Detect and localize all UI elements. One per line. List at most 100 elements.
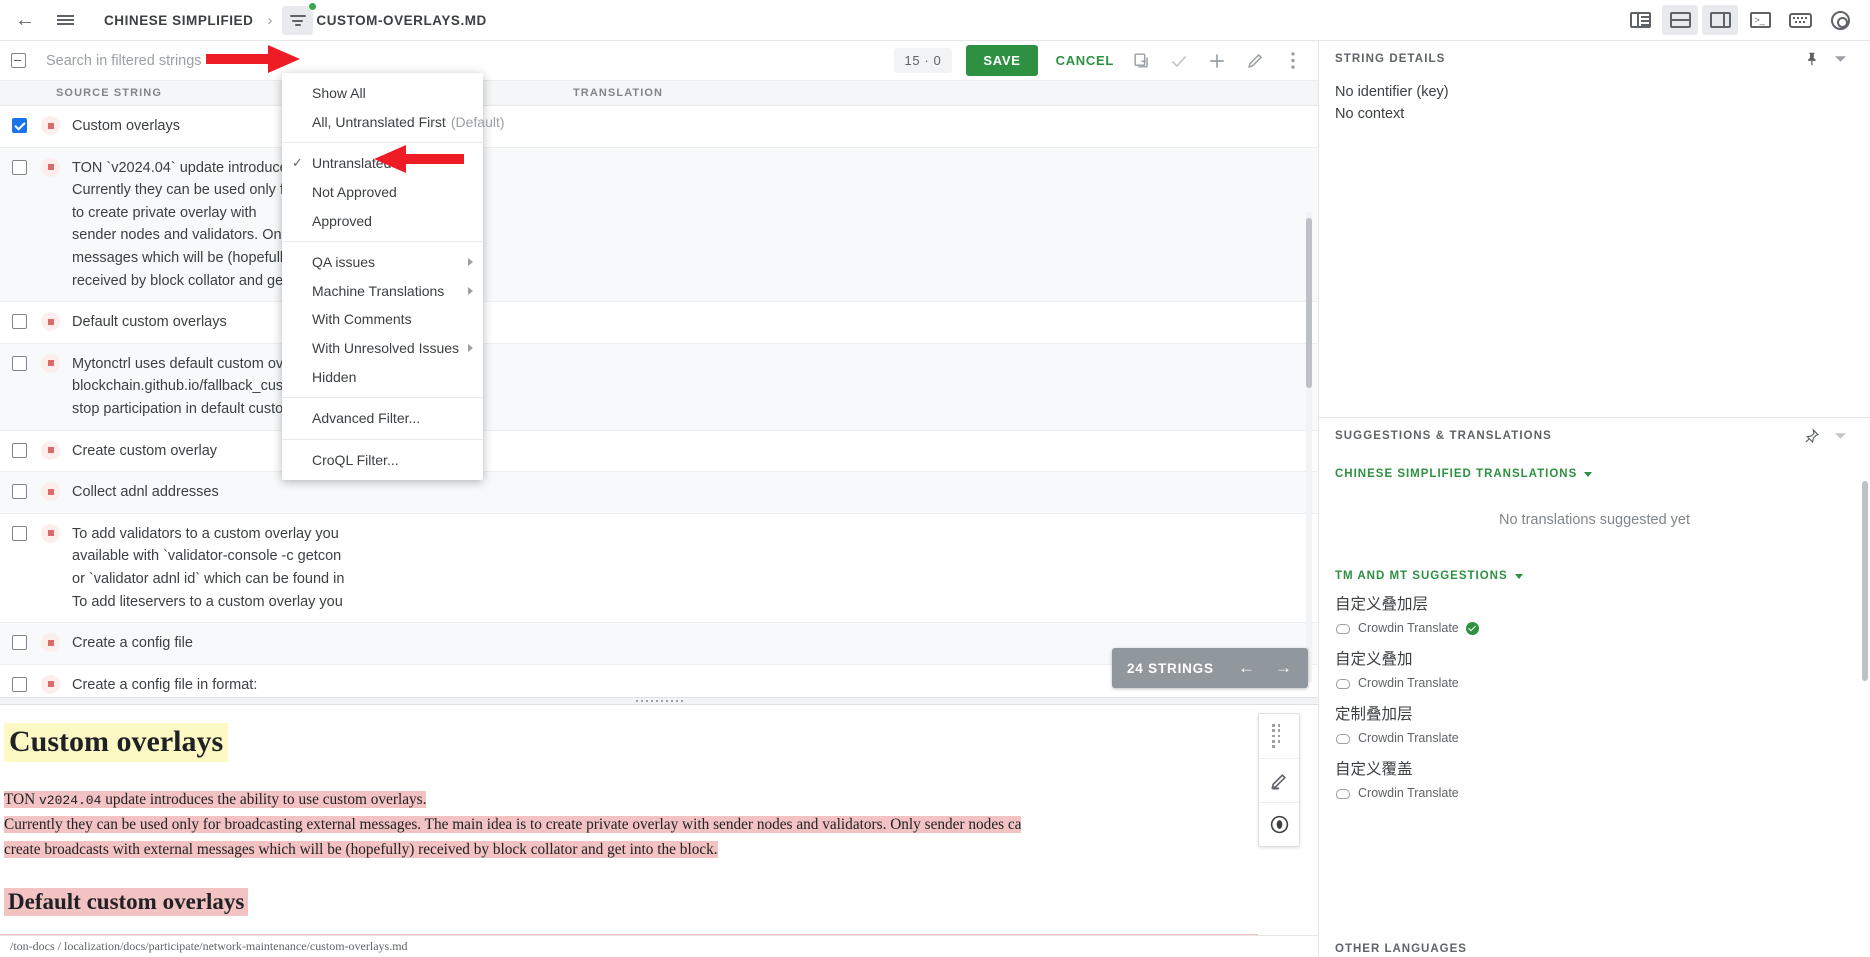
untranslated-status-icon: [41, 353, 60, 373]
table-row[interactable]: Default custom overlays: [0, 302, 1318, 344]
suggestion-item[interactable]: 自定义覆盖 Crowdin Translate: [1319, 747, 1870, 802]
menu-separator: [282, 240, 483, 242]
pagination-bar[interactable]: 24 STRINGS ← →: [1112, 648, 1308, 688]
right-side-panel: STRING DETAILS No identifier (key) No co…: [1318, 41, 1870, 957]
table-row[interactable]: To add validators to a custom overlay yo…: [0, 513, 1318, 624]
menu-item-with-unresolved-issues[interactable]: With Unresolved Issues: [282, 334, 483, 363]
preview-heading-2: Default custom overlays: [4, 888, 249, 917]
row-checkbox[interactable]: [12, 442, 27, 458]
string-counter-badge: 15 · 0: [893, 48, 953, 73]
row-checkbox[interactable]: [12, 118, 27, 133]
string-context: No context: [1335, 106, 1405, 122]
filter-active-indicator: [308, 2, 317, 11]
status-dot: [47, 639, 54, 646]
row-checkbox[interactable]: [12, 159, 27, 175]
source-string-text: Default custom overlays: [72, 314, 227, 331]
filter-button[interactable]: [282, 2, 317, 35]
pin-icon[interactable]: [1798, 45, 1826, 73]
table-row[interactable]: TON `v2024.04` update introduces the abi…: [0, 147, 1318, 303]
menu-item-all-untranslated-first[interactable]: All, Untranslated First (Default): [282, 108, 505, 137]
drag-grid-icon[interactable]: [1259, 714, 1299, 758]
table-row[interactable]: Collect adnl addresses: [0, 472, 1318, 514]
search-input[interactable]: [44, 51, 294, 70]
chevron-right-icon: [468, 344, 473, 353]
string-details-body: No identifier (key) No context: [1319, 77, 1870, 125]
menu-item-machine-translations[interactable]: Machine Translations: [282, 277, 483, 306]
chevron-right-icon: [468, 258, 473, 267]
breadcrumb-language[interactable]: CHINESE SIMPLIFIED: [104, 13, 253, 28]
back-arrow-icon[interactable]: ←: [8, 3, 42, 37]
row-checkbox[interactable]: [12, 635, 27, 651]
settings-gear-icon[interactable]: [1822, 5, 1858, 35]
row-checkbox[interactable]: [12, 355, 27, 371]
unpin-icon[interactable]: [1798, 422, 1826, 450]
suggestions-title: SUGGESTIONS & TRANSLATIONS: [1335, 430, 1552, 442]
edit-pencil-icon[interactable]: [1259, 758, 1299, 802]
menu-item-advanced-filter[interactable]: Advanced Filter...: [282, 404, 483, 433]
table-row[interactable]: Create custom overlay: [0, 430, 1318, 473]
source-string-text: Collect adnl addresses: [72, 484, 219, 501]
breadcrumb-separator-icon: ›: [267, 11, 273, 29]
chevron-down-icon[interactable]: [1826, 422, 1854, 450]
select-all-checkbox[interactable]: [11, 53, 26, 68]
more-vertical-icon[interactable]: [1276, 44, 1310, 78]
suggestion-source-name: Crowdin Translate: [1358, 621, 1459, 635]
suggestion-source-name: Crowdin Translate: [1358, 786, 1459, 800]
approve-check-icon[interactable]: [1162, 44, 1196, 78]
menu-item-croql-filter[interactable]: CroQL Filter...: [282, 446, 483, 475]
row-checkbox[interactable]: [12, 525, 27, 541]
crowdin-translate-icon: [1335, 622, 1350, 635]
table-row[interactable]: Custom overlays: [0, 106, 1318, 148]
save-button[interactable]: SAVE: [966, 45, 1038, 76]
suggestion-item[interactable]: 自定义叠加 Crowdin Translate: [1319, 637, 1870, 692]
string-list[interactable]: Custom overlays TON `v2024.04` update int…: [0, 106, 1318, 696]
pagination-prev-icon[interactable]: ←: [1228, 658, 1265, 678]
menu-item-label: With Unresolved Issues: [312, 340, 460, 357]
suggestion-item[interactable]: 定制叠加层 Crowdin Translate: [1319, 692, 1870, 747]
hamburger-menu-icon[interactable]: [48, 3, 82, 37]
layout-bottom-icon[interactable]: [1662, 5, 1698, 35]
target-language-group[interactable]: CHINESE SIMPLIFIED TRANSLATIONS: [1319, 454, 1870, 480]
menu-item-label: Hidden: [312, 368, 357, 385]
edit-pencil-icon[interactable]: [1238, 44, 1272, 78]
untranslated-status-icon: [41, 116, 60, 135]
suggestion-text: 自定义覆盖: [1335, 761, 1413, 778]
chevron-down-icon[interactable]: [1826, 45, 1854, 73]
status-dot: [47, 360, 54, 367]
console-icon[interactable]: >_: [1742, 5, 1778, 35]
status-dot: [47, 447, 54, 454]
filter-dropdown-menu[interactable]: Show All All, Untranslated First (Default)…: [282, 73, 505, 481]
cancel-button[interactable]: CANCEL: [1050, 52, 1120, 69]
row-checkbox[interactable]: [12, 314, 27, 330]
layout-side-icon[interactable]: [1702, 5, 1738, 35]
right-panel-scrollbar-thumb[interactable]: [1862, 481, 1868, 681]
preview-eye-icon[interactable]: [1259, 802, 1299, 846]
menu-item-not-approved[interactable]: Not Approved: [282, 178, 483, 207]
keyboard-icon[interactable]: [1782, 5, 1818, 35]
suggestion-text: 自定义叠加层: [1335, 596, 1429, 613]
add-icon[interactable]: [1200, 44, 1234, 78]
menu-item-with-comments[interactable]: With Comments: [282, 305, 483, 334]
suggestion-item[interactable]: 自定义叠加层 Crowdin Translate: [1319, 582, 1870, 637]
pagination-next-icon[interactable]: →: [1265, 658, 1308, 678]
source-string-text: Create custom overlay: [72, 442, 218, 459]
tm-mt-group[interactable]: TM AND MT SUGGESTIONS: [1319, 556, 1870, 582]
breadcrumb-file[interactable]: CUSTOM-OVERLAYS.MD: [316, 13, 486, 28]
menu-item-label: Not Approved: [312, 184, 397, 201]
menu-item-hidden[interactable]: Hidden: [282, 362, 483, 391]
menu-item-show-all[interactable]: Show All: [282, 79, 483, 108]
menu-item-untranslated[interactable]: ✓ Untranslated: [282, 149, 483, 178]
table-row[interactable]: Mytonctrl uses default custom overlays a…: [0, 343, 1318, 431]
layout-split-icon[interactable]: [1622, 5, 1658, 35]
row-checkbox[interactable]: [12, 484, 27, 500]
copy-source-icon[interactable]: [1124, 44, 1158, 78]
menu-item-qa-issues[interactable]: QA issues: [282, 248, 483, 277]
pane-resize-handle[interactable]: [0, 697, 1318, 705]
string-list-scrollbar-thumb[interactable]: [1306, 218, 1312, 388]
menu-item-approved[interactable]: Approved: [282, 206, 483, 235]
top-bar: ← CHINESE SIMPLIFIED › M↓ CUSTOM-OVERLAY…: [0, 0, 1870, 41]
suggestion-source-name: Crowdin Translate: [1358, 676, 1459, 690]
string-details-title: STRING DETAILS: [1335, 53, 1446, 65]
pagination-label: 24 STRINGS: [1127, 660, 1214, 676]
row-checkbox[interactable]: [12, 676, 27, 692]
